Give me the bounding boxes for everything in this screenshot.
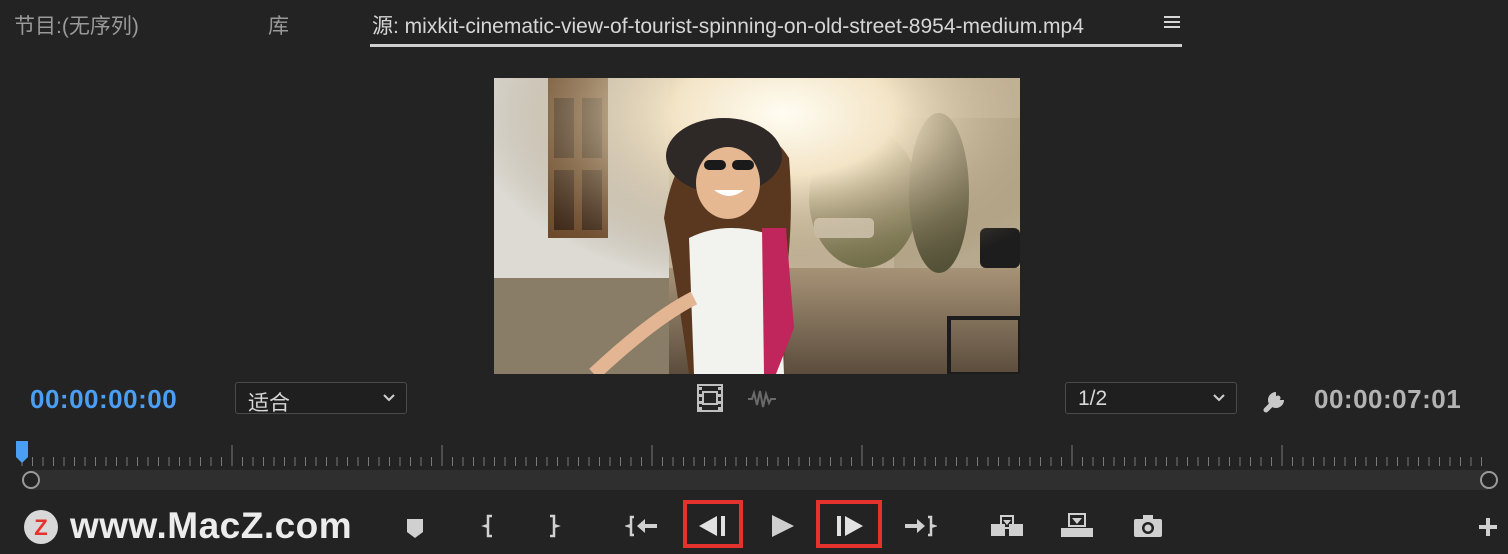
- drag-audio-only-icon[interactable]: [748, 388, 776, 410]
- zoom-level-select[interactable]: 适合: [235, 382, 407, 415]
- panel-menu-icon[interactable]: [1162, 12, 1182, 32]
- playback-resolution-value: 1/2: [1078, 387, 1108, 410]
- step-forward-button[interactable]: [831, 508, 867, 544]
- step-back-icon: [699, 516, 725, 536]
- scrollbar-right-handle[interactable]: [1480, 471, 1498, 489]
- play-button[interactable]: [764, 508, 800, 544]
- watermark-logo-icon: Z: [24, 510, 58, 544]
- plus-icon: [1479, 518, 1497, 536]
- chevron-down-icon: [1213, 394, 1225, 402]
- tab-source[interactable]: 源: mixkit-cinematic-view-of-tourist-spin…: [372, 10, 1084, 40]
- play-icon: [772, 515, 794, 537]
- export-frame-button[interactable]: [1130, 508, 1166, 544]
- mark-in-icon: [481, 514, 492, 538]
- watermark-logo-letter: Z: [34, 515, 47, 540]
- scrollbar-left-handle[interactable]: [22, 471, 40, 489]
- zoom-scrollbar[interactable]: [30, 470, 1488, 490]
- panel-tab-bar: 节目:(无序列) 库 源: mixkit-cinematic-view-of-t…: [0, 0, 1508, 48]
- go-to-out-icon: [905, 515, 938, 537]
- active-tab-underline: [370, 44, 1182, 47]
- insert-icon: [991, 515, 1023, 536]
- add-marker-button[interactable]: [397, 508, 433, 544]
- watermark-text: www.MacZ.com: [70, 505, 353, 546]
- camera-icon: [1134, 515, 1162, 537]
- playhead-marker[interactable]: [16, 441, 28, 465]
- mark-out-icon: [550, 514, 561, 538]
- settings-wrench-icon[interactable]: [1262, 384, 1292, 414]
- go-to-in-button[interactable]: [624, 508, 661, 544]
- zoom-level-value: 适合: [248, 392, 290, 415]
- duration-timecode: 00:00:07:01: [1314, 384, 1462, 414]
- insert-button[interactable]: [989, 508, 1025, 544]
- step-back-button[interactable]: [695, 508, 731, 544]
- tab-program[interactable]: 节目:(无序列): [14, 10, 139, 40]
- mark-out-button[interactable]: [535, 508, 571, 544]
- go-to-out-button[interactable]: [901, 508, 938, 544]
- current-timecode[interactable]: 00:00:00:00: [30, 384, 177, 415]
- video-preview: [494, 78, 1020, 374]
- mark-in-button[interactable]: [471, 508, 507, 544]
- button-editor-button[interactable]: [1470, 508, 1500, 544]
- step-forward-icon: [837, 516, 863, 536]
- drag-video-only-icon[interactable]: [697, 384, 723, 412]
- playback-resolution-select[interactable]: 1/2: [1065, 382, 1237, 414]
- chevron-down-icon: [383, 394, 395, 402]
- go-to-in-icon: [624, 515, 657, 537]
- tab-library[interactable]: 库: [268, 10, 289, 40]
- overwrite-button[interactable]: [1059, 508, 1095, 544]
- time-ruler[interactable]: [20, 440, 1490, 470]
- overwrite-icon: [1061, 513, 1093, 537]
- marker-icon: [407, 519, 423, 538]
